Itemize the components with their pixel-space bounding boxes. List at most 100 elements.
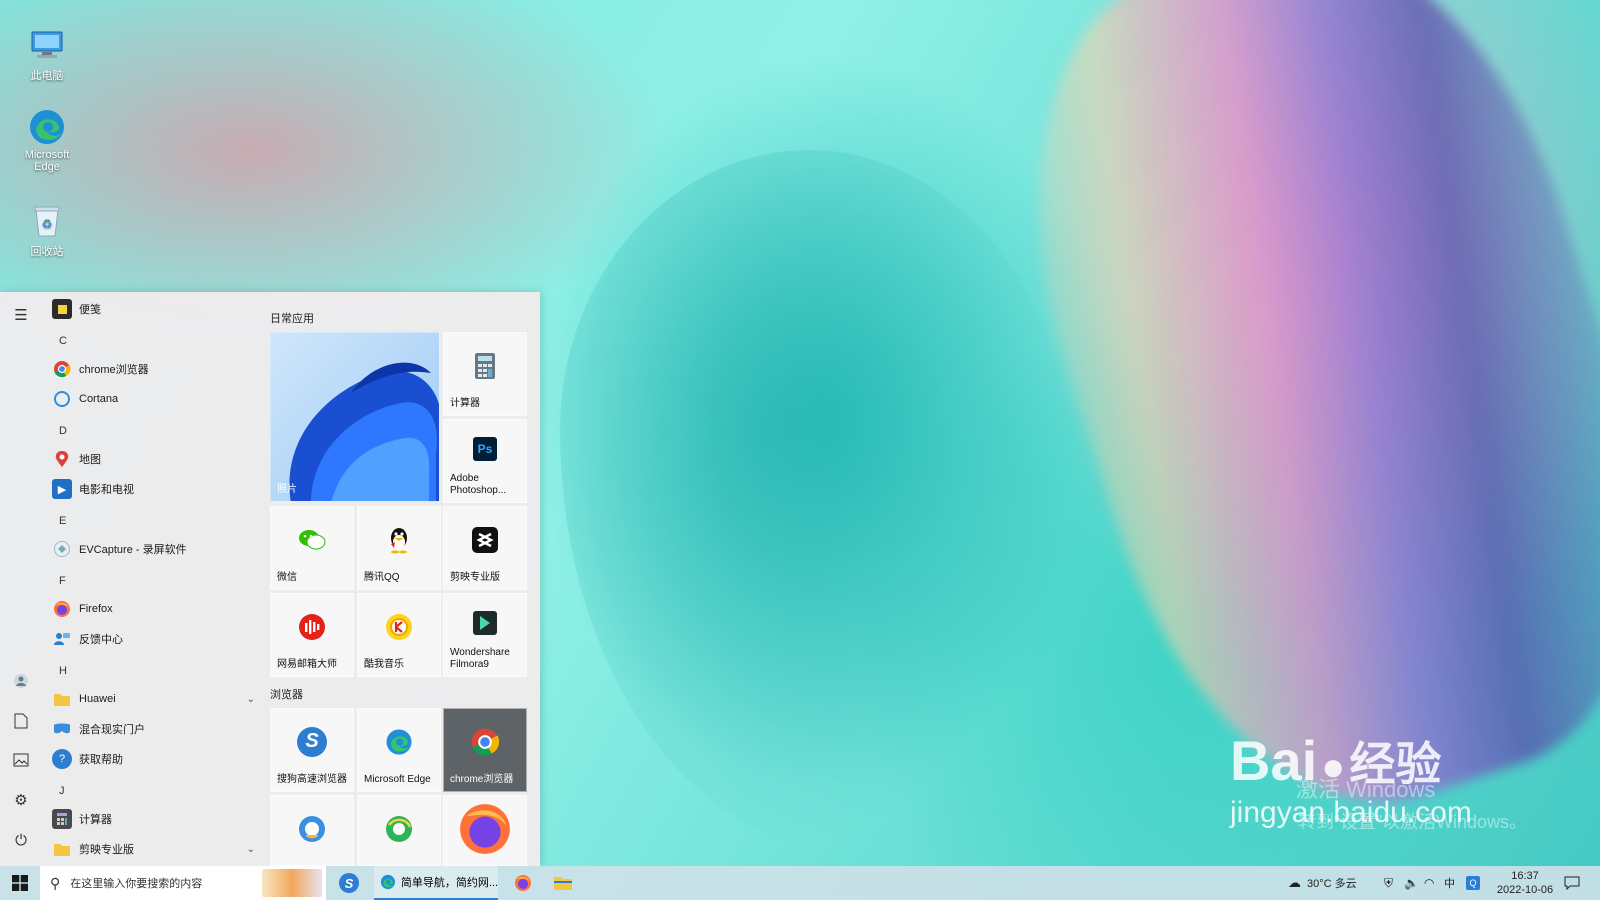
desktop-icon-label: 回收站	[30, 246, 64, 258]
tile-label: 照片	[277, 484, 297, 495]
tile-filmora[interactable]: Wondershare Filmora9	[443, 593, 527, 677]
power-icon[interactable]: ⏻	[10, 829, 32, 851]
tile-netease-mail[interactable]: 网易邮箱大师	[270, 593, 354, 677]
tray-q-icon: Q	[1466, 876, 1480, 890]
tile-label: 网易邮箱大师	[277, 659, 337, 670]
tile-label: Adobe Photoshop...	[450, 473, 507, 496]
sogou-browser-icon: S	[339, 873, 359, 893]
app-item-calculator[interactable]: 计算器	[52, 806, 254, 832]
tile-photos[interactable]: 照片	[270, 332, 440, 502]
hamburger-menu-icon[interactable]: ☰	[10, 304, 32, 326]
wallpaper-swirl	[560, 150, 1080, 850]
app-item-firefox[interactable]: Firefox	[52, 596, 254, 622]
letter-header[interactable]: H	[59, 665, 67, 677]
wifi-icon: ◠	[1424, 876, 1435, 890]
svg-text:♻: ♻	[42, 217, 53, 231]
letter-header[interactable]: J	[59, 785, 65, 797]
app-item-label: 计算器	[79, 814, 112, 826]
chrome-icon	[52, 359, 72, 379]
letter-header[interactable]: C	[59, 335, 67, 347]
tile-browser-5[interactable]	[357, 795, 441, 866]
pictures-icon[interactable]	[10, 749, 32, 771]
taskbar-window-title: 简单导航，简约网...	[400, 877, 498, 889]
documents-icon[interactable]	[10, 710, 32, 732]
qq-icon	[387, 526, 411, 554]
settings-gear-icon[interactable]: ⚙	[10, 789, 32, 811]
tile-label: 腾讯QQ	[364, 572, 400, 583]
tile-calculator[interactable]: 计算器	[443, 332, 527, 416]
search-placeholder: 在这里输入你要搜索的内容	[70, 878, 203, 890]
wechat-icon	[298, 528, 326, 552]
taskbar-firefox[interactable]	[508, 866, 538, 900]
kuwo-music-icon	[385, 613, 413, 641]
app-item-feedback-hub[interactable]: 反馈中心	[52, 626, 254, 652]
chevron-down-icon[interactable]: ⌄	[247, 694, 254, 705]
app-item-huawei-folder[interactable]: Huawei ⌄	[52, 686, 254, 712]
maps-icon	[52, 449, 72, 469]
app-item-label: Firefox	[79, 603, 113, 615]
start-button[interactable]	[0, 866, 40, 900]
edge-icon	[28, 108, 66, 146]
desktop-icon-recycle-bin[interactable]: ♻ 回收站	[12, 202, 82, 259]
calculator-icon	[52, 809, 72, 829]
cortana-icon	[52, 389, 72, 409]
tile-capcut[interactable]: 剪映专业版	[443, 506, 527, 590]
tray-network-icon[interactable]: ◠	[1424, 866, 1434, 900]
activation-subtitle: 转到“设置”以激活Windows。	[1298, 812, 1528, 832]
recycle-bin-icon: ♻	[28, 202, 66, 240]
tile-chrome[interactable]: chrome浏览器	[443, 708, 527, 792]
taskbar-sogou-browser[interactable]: S	[334, 866, 364, 900]
letter-header[interactable]: E	[59, 515, 66, 527]
tray-app-icon[interactable]: Q	[1466, 866, 1480, 900]
tile-kuwo-music[interactable]: 酷我音乐	[357, 593, 441, 677]
tile-sogou-browser[interactable]: S 搜狗高速浏览器	[270, 708, 354, 792]
app-item-maps[interactable]: 地图	[52, 446, 254, 472]
tray-volume-icon[interactable]: 🔈	[1404, 866, 1419, 900]
tile-edge[interactable]: Microsoft Edge	[357, 708, 441, 792]
desktop-icon-label: Microsoft Edge	[24, 149, 70, 173]
desktop-icon-label: 此电脑	[30, 70, 64, 82]
movies-tv-icon: ▶	[52, 479, 72, 499]
user-avatar-icon[interactable]	[10, 670, 32, 692]
photos-icon	[289, 362, 439, 501]
app-item-label: 反馈中心	[79, 634, 123, 646]
app-item-cortana[interactable]: Cortana	[52, 386, 254, 412]
tray-security-icon[interactable]: ⛨	[1384, 866, 1393, 900]
desktop-icon-this-pc[interactable]: 此电脑	[12, 26, 82, 83]
tile-photoshop[interactable]: Ps Adobe Photoshop...	[443, 419, 527, 503]
app-item-sticky-notes[interactable]: 便笺	[52, 296, 254, 322]
app-item-get-help[interactable]: ? 获取帮助	[52, 746, 254, 772]
app-item-chrome[interactable]: chrome浏览器	[52, 356, 254, 382]
photoshop-icon: Ps	[473, 436, 497, 461]
weather-widget[interactable]: ☁ 30°C 多云	[1288, 866, 1357, 900]
tile-firefox[interactable]	[443, 795, 527, 866]
taskbar-search-box[interactable]: ⚲ 在这里输入你要搜索的内容	[40, 866, 326, 900]
app-item-movies-tv[interactable]: ▶ 电影和电视	[52, 476, 254, 502]
action-center-button[interactable]	[1564, 866, 1580, 900]
windows-logo-icon	[12, 875, 28, 891]
tile-label: Wondershare Filmora9	[450, 647, 510, 670]
folder-icon	[52, 689, 72, 709]
app-item-evcapture[interactable]: EVCapture - 录屏软件	[52, 536, 254, 562]
tray-input-method[interactable]: 中	[1444, 866, 1455, 900]
clock-time: 16:37	[1511, 870, 1539, 882]
taskbar-clock[interactable]: 16:37 2022-10-06	[1496, 866, 1554, 900]
taskbar-file-explorer[interactable]	[548, 866, 578, 900]
weather-text: 30°C 多云	[1307, 878, 1357, 890]
app-item-label: 获取帮助	[79, 754, 123, 766]
taskbar-edge-window[interactable]: 简单导航，简约网...	[374, 866, 498, 900]
activation-title: 激活 Windows	[1296, 777, 1436, 802]
get-help-icon: ?	[52, 749, 72, 769]
desktop-icon-edge[interactable]: Microsoft Edge	[12, 108, 82, 173]
app-item-mixed-reality[interactable]: 混合现实门户	[52, 716, 254, 742]
tile-browser-4[interactable]	[270, 795, 354, 866]
letter-header[interactable]: F	[59, 575, 66, 587]
chevron-down-icon[interactable]: ⌄	[247, 844, 254, 855]
letter-header[interactable]: D	[59, 425, 67, 437]
tile-label: 搜狗高速浏览器	[277, 774, 347, 785]
mixed-reality-icon	[52, 719, 72, 739]
app-item-capcut-folder[interactable]: 剪映专业版 ⌄	[52, 836, 254, 862]
tile-qq[interactable]: 腾讯QQ	[357, 506, 441, 590]
tile-wechat[interactable]: 微信	[270, 506, 354, 590]
edge-icon	[385, 728, 413, 756]
